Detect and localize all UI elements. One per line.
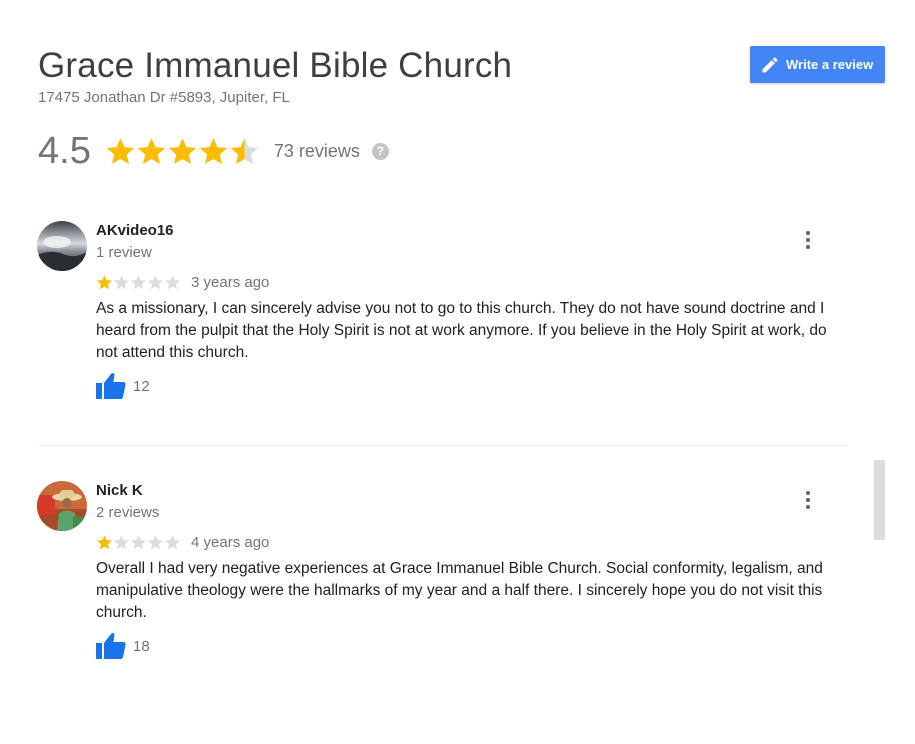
star-icon: [164, 534, 181, 549]
star-icon: [199, 137, 228, 164]
thumbs-up-icon[interactable]: [96, 632, 126, 660]
rating-summary: 4.5 73 reviews ?: [38, 128, 389, 174]
review-text: As a missionary, I can sincerely advise …: [96, 300, 827, 361]
star-icon: [164, 274, 181, 289]
review-meta: 3 years ago: [96, 272, 269, 292]
review-author[interactable]: Nick K: [96, 482, 143, 499]
like-row: 18: [96, 631, 150, 661]
star-icon: [168, 137, 197, 164]
thumbs-up-icon[interactable]: [96, 372, 126, 400]
avatar[interactable]: [37, 481, 87, 531]
like-count: 18: [133, 637, 150, 655]
like-row: 12: [96, 371, 150, 401]
reviews-count-link[interactable]: 73 reviews: [274, 141, 360, 162]
write-review-label: Write a review: [786, 57, 874, 72]
review-date: 4 years ago: [191, 533, 270, 551]
star-icon: [96, 274, 113, 289]
place-title: Grace Immanuel Bible Church: [38, 46, 513, 85]
write-review-button[interactable]: Write a review: [750, 46, 885, 83]
star-icon: [96, 534, 113, 549]
star-icon: [106, 137, 135, 164]
star-icon: [130, 274, 147, 289]
review-card: Nick K 2 reviews 4 years ago Overall I h…: [0, 481, 915, 681]
avatar[interactable]: [37, 221, 87, 271]
more-options-icon[interactable]: [798, 489, 818, 511]
review-divider: [37, 445, 849, 446]
star-icon: [113, 534, 130, 549]
review-stars: [96, 274, 181, 291]
author-review-count: 1 review: [96, 244, 152, 261]
review-card: AKvideo16 1 review 3 years ago As a miss…: [0, 221, 915, 421]
star-icon: [147, 534, 164, 549]
like-count: 12: [133, 377, 150, 395]
author-review-count: 2 reviews: [96, 504, 160, 521]
star-icon: [147, 274, 164, 289]
star-icon: [130, 534, 147, 549]
review-stars: [96, 534, 181, 551]
average-rating-stars: [105, 136, 260, 167]
star-icon: [113, 274, 130, 289]
star-icon: [137, 137, 166, 164]
place-address: 17475 Jonathan Dr #5893, Jupiter, FL: [38, 89, 290, 106]
review-text: Overall I had very negative experiences …: [96, 560, 823, 621]
more-options-icon[interactable]: [798, 229, 818, 251]
pencil-icon: [760, 55, 780, 75]
review-meta: 4 years ago: [96, 532, 269, 552]
scrollbar-thumb[interactable]: [874, 460, 885, 540]
average-rating: 4.5: [38, 129, 91, 172]
help-icon[interactable]: ?: [371, 142, 389, 160]
review-date: 3 years ago: [191, 273, 270, 291]
star-icon: [230, 137, 259, 164]
review-author[interactable]: AKvideo16: [96, 222, 174, 239]
